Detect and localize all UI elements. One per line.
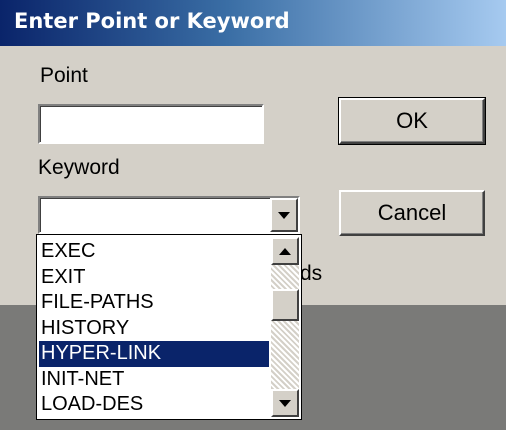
list-item[interactable]: INIT-NET	[39, 367, 269, 393]
point-label: Point	[40, 64, 88, 87]
list-item[interactable]: FILE-PATHS	[39, 290, 269, 316]
keyword-label: Keyword	[38, 156, 120, 179]
scroll-down-button[interactable]	[271, 389, 299, 417]
list-item[interactable]: EXEC	[39, 239, 269, 265]
ok-button-label: OK	[396, 108, 428, 133]
keyword-combobox[interactable]	[38, 196, 300, 234]
cancel-button[interactable]: Cancel	[339, 190, 485, 236]
keyword-list-items: EXEC EXIT FILE-PATHS HISTORY HYPER-LINK …	[39, 239, 269, 418]
list-item[interactable]: EXIT	[39, 265, 269, 291]
list-item[interactable]: LOAD-DES	[39, 392, 269, 418]
scrollbar-thumb[interactable]	[271, 289, 299, 321]
keyword-dropdown-button[interactable]	[270, 198, 298, 232]
enter-point-or-keyword-dialog: Enter Point or Keyword Point OK Keyword …	[0, 0, 506, 430]
scroll-up-button[interactable]	[271, 237, 299, 265]
ok-button[interactable]: OK	[338, 97, 486, 145]
vertical-scrollbar[interactable]	[271, 237, 299, 417]
dialog-title: Enter Point or Keyword	[14, 9, 290, 33]
list-item[interactable]: HISTORY	[39, 316, 269, 342]
obscured-label-fragment: ds	[300, 262, 323, 285]
chevron-down-icon	[278, 211, 290, 219]
chevron-down-icon	[279, 399, 291, 407]
point-input[interactable]	[38, 104, 264, 144]
chevron-up-icon	[279, 247, 291, 255]
keyword-dropdown-list[interactable]: EXEC EXIT FILE-PATHS HISTORY HYPER-LINK …	[36, 234, 302, 420]
cancel-button-label: Cancel	[377, 200, 447, 225]
list-item-selected[interactable]: HYPER-LINK	[39, 341, 269, 367]
title-bar[interactable]: Enter Point or Keyword	[0, 0, 506, 46]
